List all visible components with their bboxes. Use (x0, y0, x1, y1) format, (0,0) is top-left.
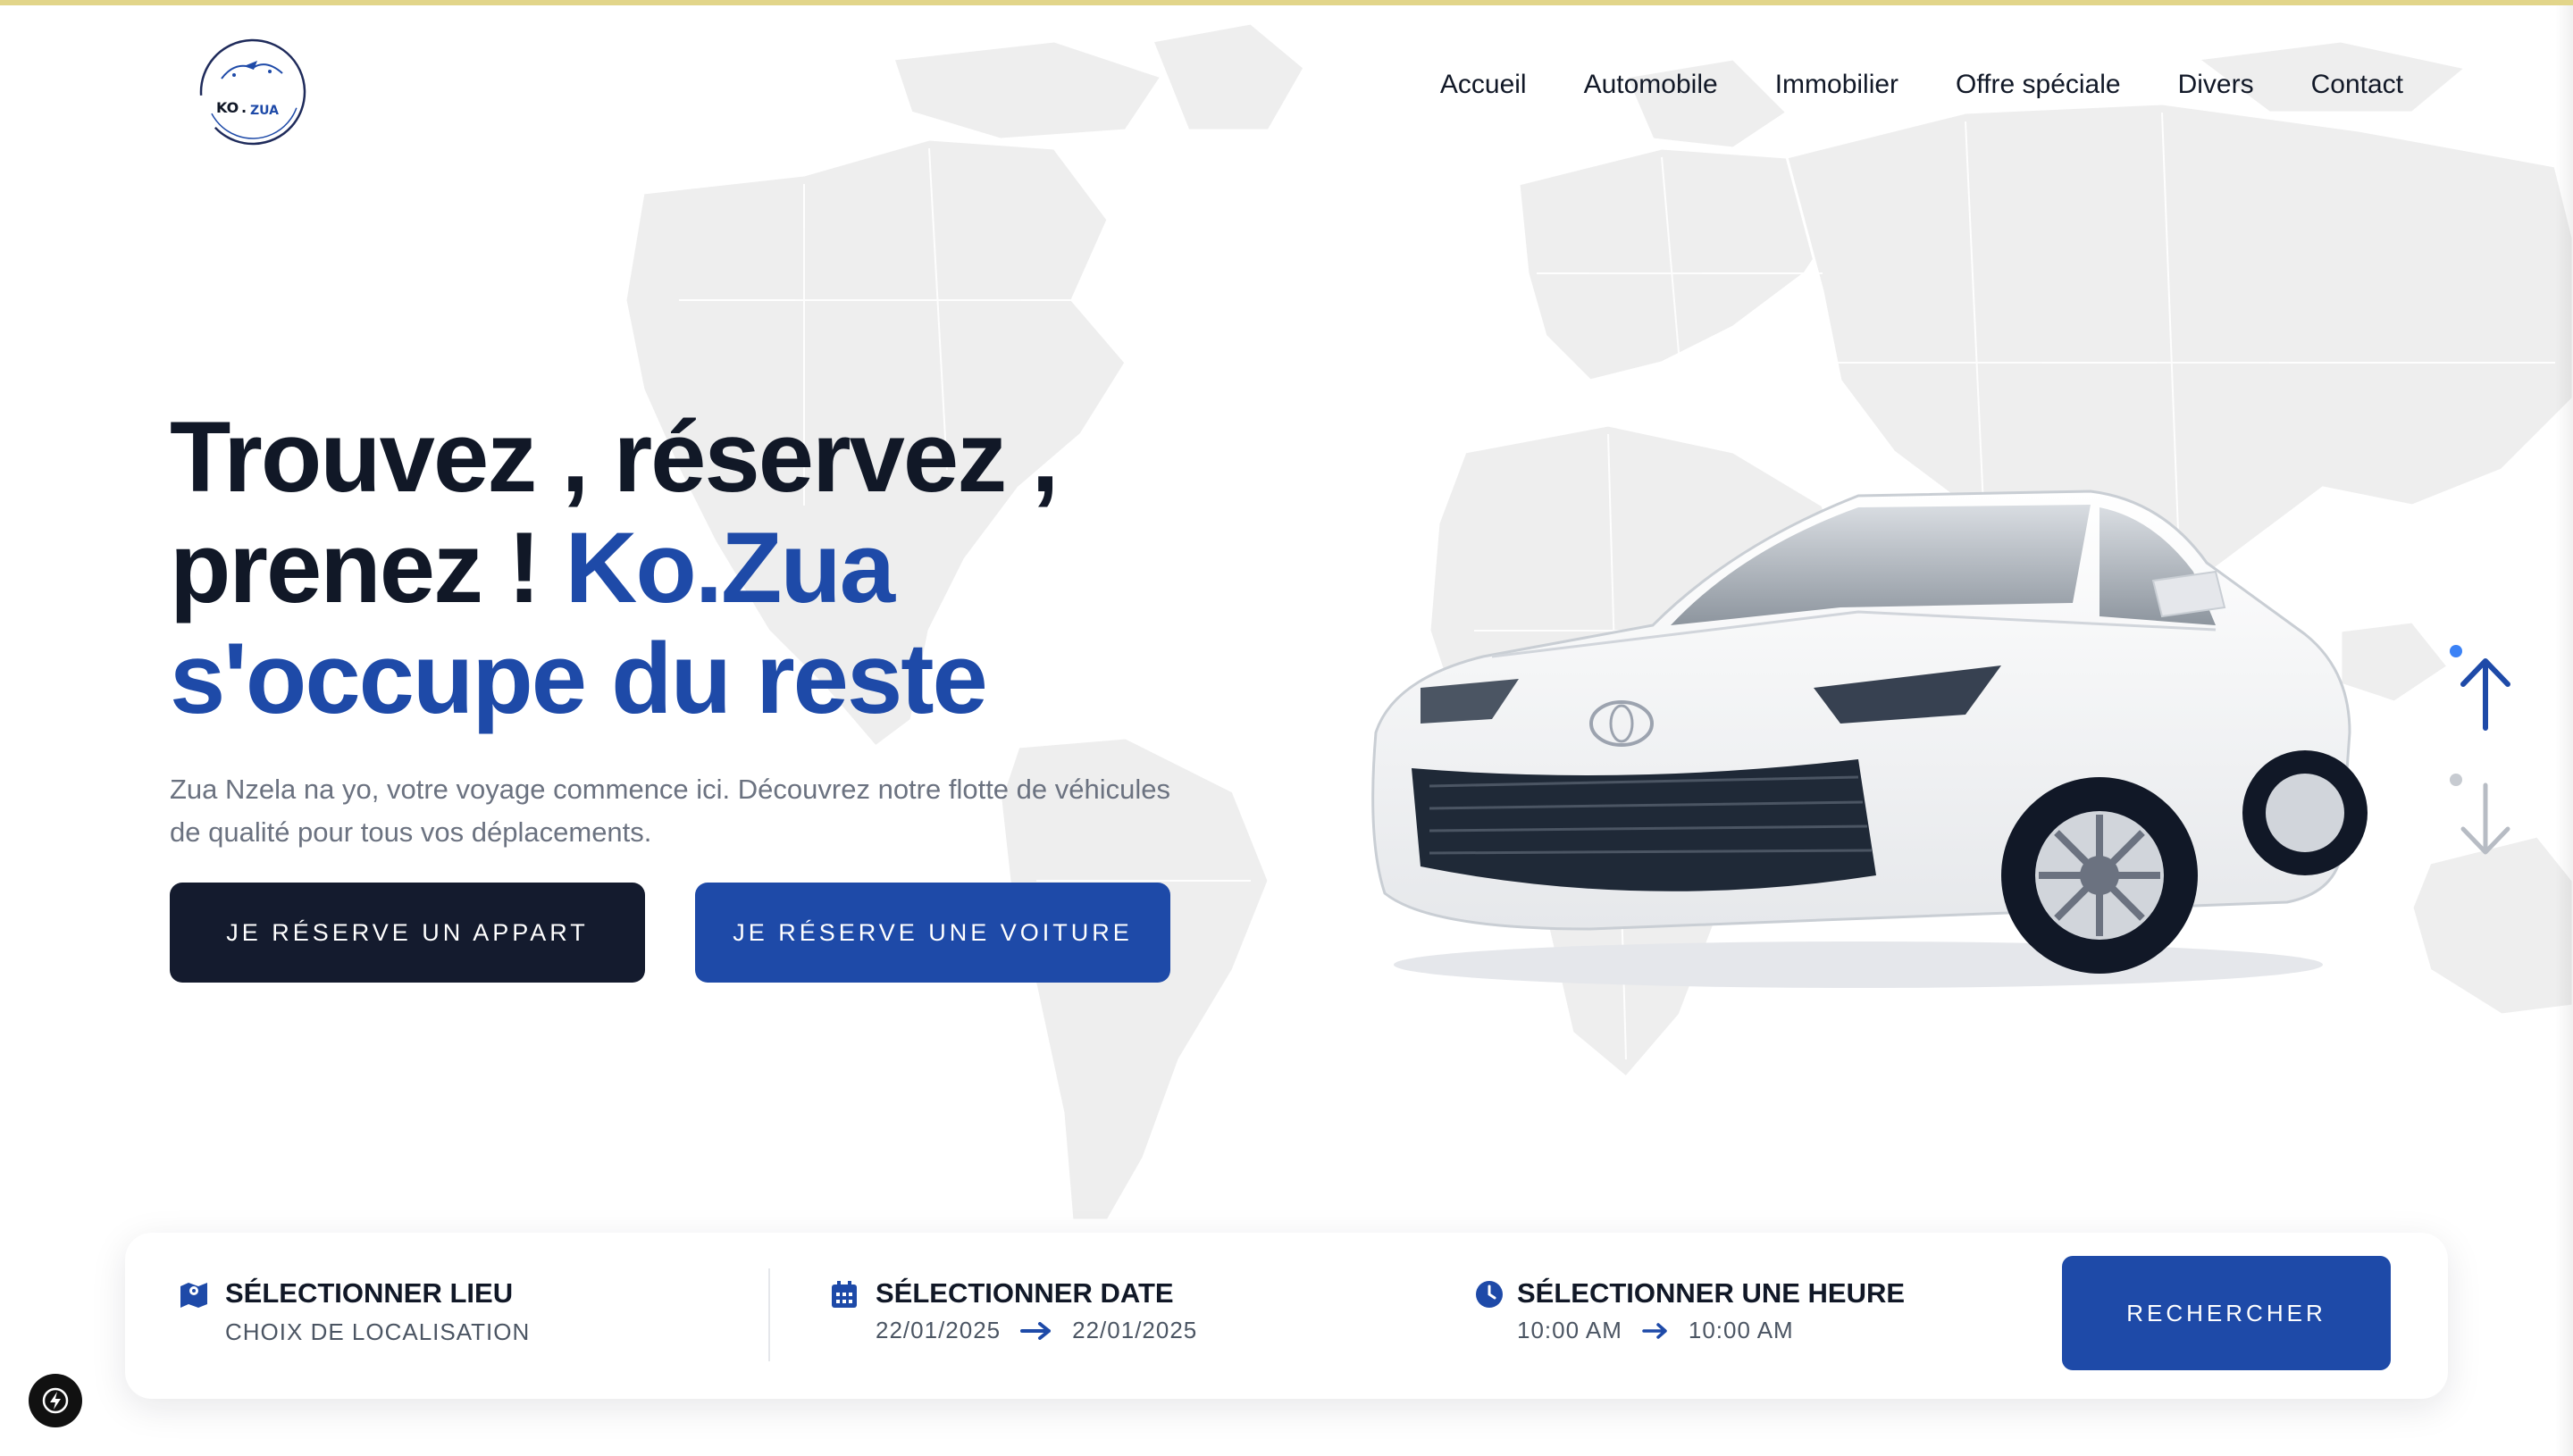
kozua-logo[interactable]: KO . ZUA (195, 34, 311, 150)
location-title: SÉLECTIONNER LIEU (225, 1277, 514, 1309)
field-divider (768, 1268, 770, 1361)
time-range: 10:00 AM 10:00 AM (1517, 1317, 1794, 1344)
arrow-right-icon (1642, 1322, 1667, 1339)
nav-immobilier[interactable]: Immobilier (1775, 70, 1898, 100)
search-button[interactable]: RECHERCHER (2062, 1256, 2391, 1370)
svg-text:.: . (241, 99, 247, 116)
nav-contact[interactable]: Contact (2311, 70, 2403, 100)
time-title: SÉLECTIONNER UNE HEURE (1517, 1277, 1906, 1309)
nav-divers[interactable]: Divers (2178, 70, 2254, 100)
time-from[interactable]: 10:00 AM (1517, 1317, 1622, 1344)
location-placeholder: CHOIX DE LOCALISATION (225, 1318, 531, 1345)
date-from[interactable]: 22/01/2025 (876, 1317, 1001, 1344)
hero-title-brand: Ko.Zua (565, 512, 896, 623)
arrow-right-icon (1020, 1321, 1052, 1340)
quick-action-button[interactable] (29, 1374, 82, 1427)
car-image (1371, 490, 2368, 988)
reserve-apartment-button[interactable]: JE RÉSERVE UN APPART (170, 883, 645, 983)
time-field[interactable]: SÉLECTIONNER UNE HEURE 10:00 AM 10:00 AM (1474, 1233, 2028, 1399)
page-edge-shadow (2555, 5, 2573, 1456)
date-field[interactable]: SÉLECTIONNER DATE 22/01/2025 22/01/2025 (829, 1233, 1365, 1399)
hero-title: Trouvez , réservez , prenez ! Ko.Zua s'o… (170, 402, 1242, 734)
hero-title-line3: s'occupe du reste (170, 623, 988, 734)
lightning-bolt-icon (42, 1387, 69, 1414)
clock-icon (1476, 1281, 1503, 1308)
hero-title-line2: prenez ! (170, 512, 566, 623)
time-to[interactable]: 10:00 AM (1689, 1317, 1794, 1344)
nav-offre-speciale[interactable]: Offre spéciale (1956, 70, 2121, 100)
map-icon (180, 1283, 207, 1308)
arrow-up-icon[interactable] (2454, 652, 2517, 732)
booking-search-bar: SÉLECTIONNER LIEU CHOIX DE LOCALISATION … (125, 1233, 2448, 1399)
hero-subtitle: Zua Nzela na yo, votre voyage commence i… (170, 774, 1170, 848)
reserve-car-button[interactable]: JE RÉSERVE UNE VOITURE (695, 883, 1170, 983)
calendar-icon (832, 1281, 857, 1308)
main-nav: Accueil Automobile Immobilier Offre spéc… (1440, 70, 2403, 100)
nav-automobile[interactable]: Automobile (1584, 70, 1718, 100)
hero-title-line1: Trouvez , réservez , (170, 401, 1059, 513)
date-range: 22/01/2025 22/01/2025 (876, 1317, 1197, 1344)
arrow-down-icon[interactable] (2454, 781, 2517, 861)
date-to[interactable]: 22/01/2025 (1072, 1317, 1197, 1344)
nav-accueil[interactable]: Accueil (1440, 70, 1527, 100)
location-field[interactable]: SÉLECTIONNER LIEU CHOIX DE LOCALISATION (179, 1233, 715, 1399)
svg-text:ZUA: ZUA (250, 104, 279, 118)
date-title: SÉLECTIONNER DATE (876, 1277, 1174, 1309)
svg-text:KO: KO (216, 99, 239, 116)
